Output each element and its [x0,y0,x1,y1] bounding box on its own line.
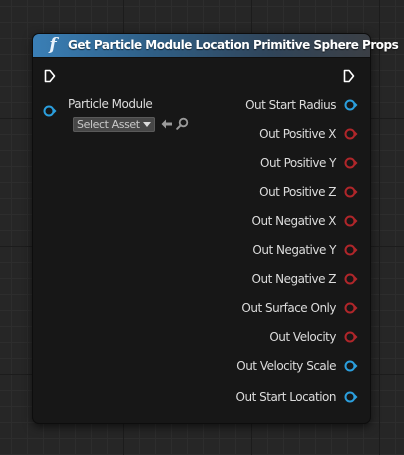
object-pin-icon[interactable] [344,390,358,404]
bool-pin-icon[interactable] [344,127,358,141]
bool-pin-icon[interactable] [344,272,358,286]
bool-pin-icon[interactable] [344,185,358,199]
output-pin-label: Out Surface Only [241,301,336,315]
output-pin-row[interactable]: Out Positive Y [260,154,358,172]
node-title: Get Particle Module Location Primitive S… [68,38,399,52]
blueprint-function-node[interactable]: f Get Particle Module Location Primitive… [33,34,399,423]
select-asset-label: Select Asset [77,118,140,131]
exec-output-pin[interactable] [343,69,355,83]
output-pin-row[interactable]: Out Positive Z [259,183,358,201]
chevron-down-icon [143,122,151,127]
output-pin-label: Out Positive Z [259,185,336,199]
output-pin-label: Out Negative X [251,214,337,228]
output-pin-row[interactable]: Out Negative X [252,212,358,230]
output-pin-label: Out Positive X [259,127,336,141]
input-pin-particle-module[interactable] [43,100,57,122]
bool-pin-icon[interactable] [344,330,358,344]
output-pin-label: Out Negative Z [251,272,337,286]
output-pin-row[interactable]: Out Start Radius [245,96,358,114]
output-pin-label: Out Positive Y [260,156,336,170]
output-pin-row[interactable]: Out Negative Z [252,270,358,288]
output-pin-row[interactable]: Out Velocity Scale [236,357,358,375]
output-pin-label: Out Start Radius [245,98,336,112]
bool-pin-icon[interactable] [344,156,358,170]
object-pin-icon[interactable] [344,359,358,373]
node-header[interactable]: f Get Particle Module Location Primitive… [33,34,399,58]
output-pin-row[interactable]: Out Negative Y [252,241,358,259]
output-pin-row[interactable]: Out Start Location [236,388,358,406]
output-pin-label: Out Negative Y [252,243,336,257]
bool-pin-icon[interactable] [344,214,358,228]
function-icon: f [49,35,57,55]
output-pin-label: Out Start Location [235,390,337,404]
output-pin-label: Out Velocity [269,330,336,344]
output-pin-row[interactable]: Out Surface Only [241,299,358,317]
output-pin-row[interactable]: Out Positive X [259,125,358,143]
input-pin-label: Particle Module [68,97,153,111]
object-pin-icon[interactable] [43,104,57,118]
output-pin-label: Out Velocity Scale [236,359,336,373]
exec-input-pin[interactable] [44,69,56,83]
browse-search-icon[interactable] [176,117,189,130]
bool-pin-icon[interactable] [344,301,358,315]
object-pin-icon[interactable] [344,98,358,112]
bool-pin-icon[interactable] [344,243,358,257]
select-asset-dropdown[interactable]: Select Asset [73,117,155,132]
output-pin-row[interactable]: Out Velocity [269,328,358,346]
use-selected-asset-icon[interactable] [161,118,173,130]
